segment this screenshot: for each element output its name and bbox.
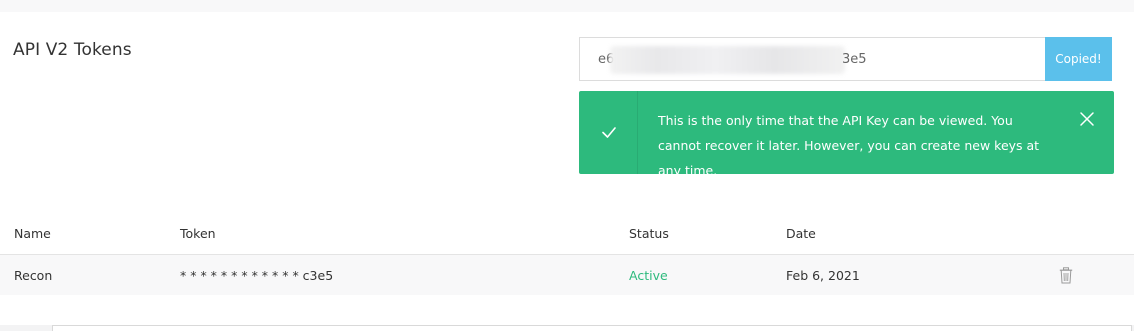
column-header-name: Name	[14, 226, 51, 241]
api-key-suffix: 3e5	[842, 52, 867, 67]
trash-icon[interactable]	[1059, 267, 1073, 284]
page: API V2 Tokens e6 3e5 Copied! This is the…	[0, 0, 1134, 331]
status-badge: Active	[629, 268, 668, 283]
close-icon[interactable]	[1079, 111, 1095, 127]
check-icon	[602, 127, 616, 138]
api-key-redaction	[610, 46, 845, 74]
page-title: API V2 Tokens	[13, 40, 132, 60]
bottom-panel	[52, 325, 1132, 331]
bottom-panel-edge	[0, 325, 1134, 331]
alert-message: This is the only time that the API Key c…	[658, 113, 1040, 178]
api-key-field[interactable]: e6 3e5	[579, 37, 1045, 81]
alert-icon-cell	[579, 91, 638, 174]
column-header-status: Status	[629, 226, 669, 241]
copy-button[interactable]: Copied!	[1045, 37, 1112, 81]
column-header-date: Date	[786, 226, 816, 241]
table-header: Name Token Status Date	[0, 213, 1134, 255]
token-date: Feb 6, 2021	[786, 268, 860, 283]
table-row: Recon * * * * * * * * * * * * c3e5 Activ…	[0, 255, 1134, 295]
token-value: * * * * * * * * * * * * c3e5	[180, 268, 334, 283]
column-header-token: Token	[180, 226, 216, 241]
top-strip	[0, 0, 1134, 12]
success-alert: This is the only time that the API Key c…	[579, 91, 1114, 178]
token-name: Recon	[14, 268, 53, 283]
tokens-table: Name Token Status Date Recon * * * * * *…	[0, 213, 1134, 295]
